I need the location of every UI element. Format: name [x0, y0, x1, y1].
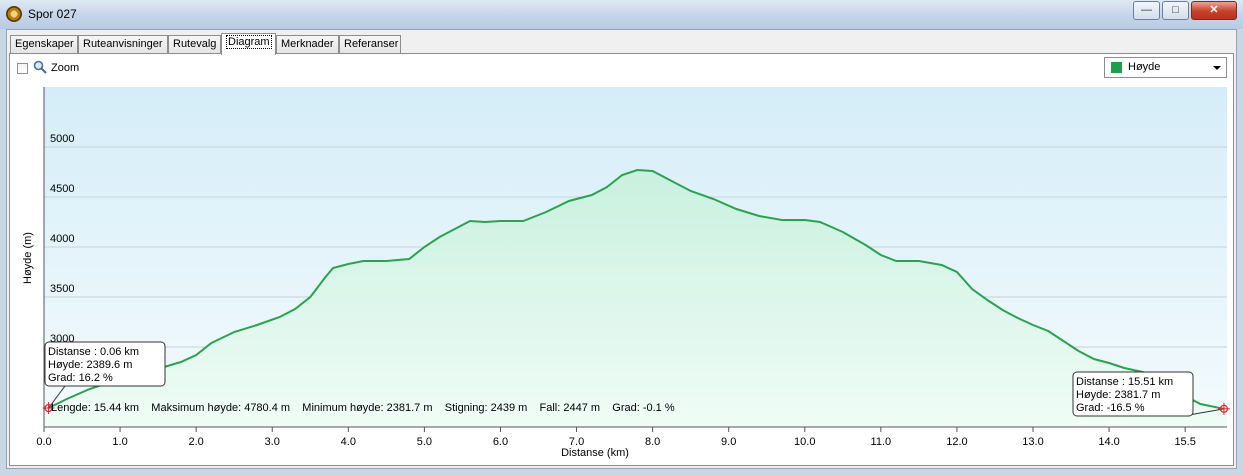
- marker-tooltip-line: Grad: -16.5 %: [1076, 402, 1145, 414]
- title-bar: Spor 027 — □ ✕: [0, 0, 1243, 29]
- maximize-button[interactable]: □: [1162, 1, 1189, 20]
- x-tick-label: 10.0: [794, 436, 815, 448]
- y-tick-label: 4500: [50, 183, 74, 195]
- x-tick-label: 4.0: [341, 436, 356, 448]
- y-tick-label: 4000: [50, 233, 74, 245]
- x-tick-label: 0.0: [36, 436, 51, 448]
- x-tick-label: 5.0: [417, 436, 432, 448]
- route-summary: Lengde: 15.44 km Maksimum høyde: 4780.4 …: [51, 402, 675, 414]
- x-tick-label: 9.0: [721, 436, 736, 448]
- tab-diagram[interactable]: Diagram: [221, 33, 276, 55]
- marker-tooltip-line: Høyde: 2389.6 m: [48, 359, 132, 371]
- y-axis-label: Høyde (m): [22, 232, 34, 284]
- tab-ruteanvisninger[interactable]: Ruteanvisninger: [78, 35, 168, 54]
- x-tick-label: 2.0: [189, 436, 204, 448]
- x-tick-label: 1.0: [112, 436, 127, 448]
- track-window: Egenskaper Ruteanvisninger Rutevalg Diag…: [6, 29, 1237, 469]
- x-tick-label: 11.0: [871, 436, 892, 448]
- marker-tooltip-line: Distanse : 0.06 km: [48, 346, 139, 358]
- y-tick-label: 3500: [50, 283, 74, 295]
- tab-rutevalg[interactable]: Rutevalg: [168, 35, 221, 54]
- x-tick-label: 14.0: [1098, 436, 1119, 448]
- window-title: Spor 027: [28, 7, 77, 21]
- x-axis-ticks: 0.0 1.0 2.0 3.0 4.0 5.0 6.0 7.0 8.0 9.0 10.0 11.0 12…: [36, 427, 1196, 448]
- elevation-chart[interactable]: 0.0 1.0 2.0 3.0 4.0 5.0 6.0 7.0 8.0 9.0 10.0 11.0 12…: [10, 54, 1233, 465]
- x-tick-label: 13.0: [1022, 436, 1043, 448]
- x-axis-label: Distanse (km): [561, 447, 629, 459]
- minimize-button[interactable]: —: [1133, 1, 1160, 20]
- tab-merknader[interactable]: Merknader: [276, 35, 339, 54]
- x-tick-label: 15.5: [1174, 436, 1195, 448]
- x-tick-label: 12.0: [946, 436, 967, 448]
- marker-tooltip-line: Grad: 16.2 %: [48, 372, 113, 384]
- tab-referanser[interactable]: Referanser: [339, 35, 401, 54]
- marker-tooltip-line: Distanse : 15.51 km: [1076, 376, 1173, 388]
- app-compass-icon: [6, 6, 22, 22]
- diagram-panel: Zoom Høyde 0.0 1.0 2.0 3.0 4.0 5.0 6.0 7.0: [9, 53, 1234, 466]
- x-tick-label: 8.0: [645, 436, 660, 448]
- marker-tooltip-line: Høyde: 2381.7 m: [1076, 389, 1160, 401]
- x-tick-label: 3.0: [265, 436, 280, 448]
- tab-egenskaper[interactable]: Egenskaper: [10, 35, 78, 54]
- close-button[interactable]: ✕: [1191, 1, 1237, 20]
- x-tick-label: 6.0: [493, 436, 508, 448]
- y-tick-label: 5000: [50, 133, 74, 145]
